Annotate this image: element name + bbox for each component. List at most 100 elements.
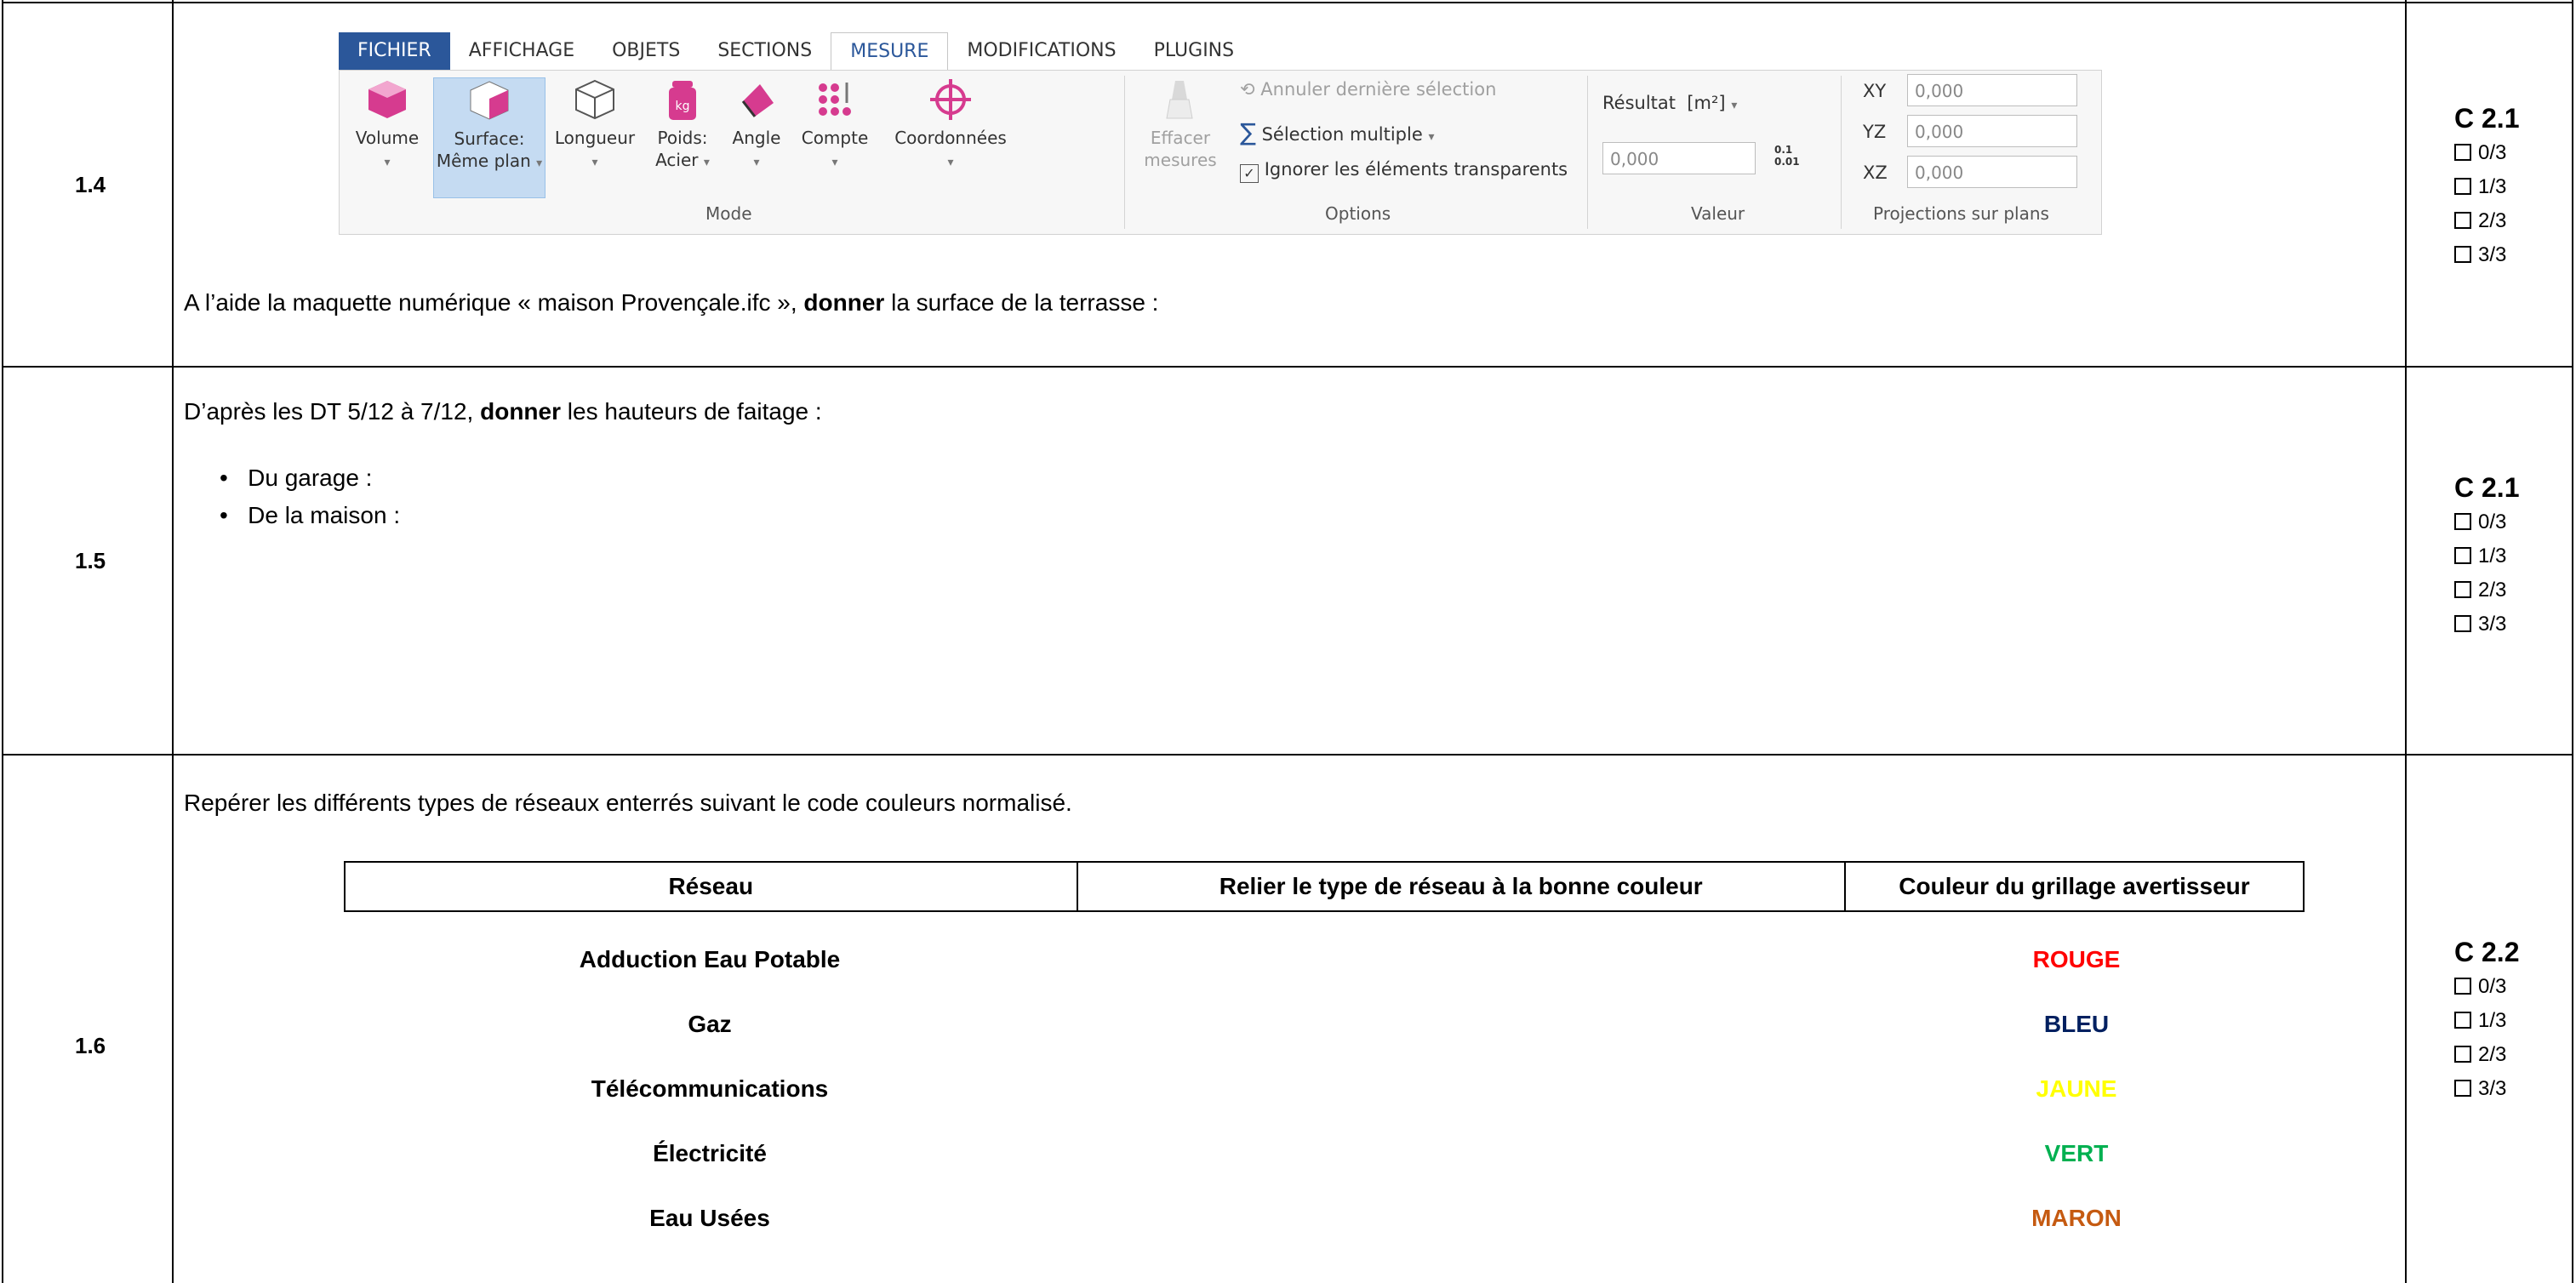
checkbox-icon (2454, 144, 2471, 161)
tab-objets[interactable]: OBJETS (593, 32, 699, 70)
checkbox-icon (2454, 581, 2471, 598)
network-item[interactable]: Électricité (344, 1140, 1076, 1167)
question-number: 1.5 (75, 548, 106, 573)
network-item[interactable]: Eau Usées (344, 1205, 1076, 1232)
tab-mesure[interactable]: MESURE (831, 32, 949, 70)
checkbox-icon (2454, 615, 2471, 632)
question-text: A l’aide la maquette numérique « maison … (184, 289, 1159, 316)
criterion-title: C 2.1 (2454, 472, 2520, 503)
score-option[interactable]: 2/3 (2454, 573, 2519, 607)
checkbox-icon (2454, 547, 2471, 564)
checkbox-icon (2454, 1046, 2471, 1063)
criterion-block: C 2.2 0/3 1/3 2/3 3/3 (2454, 934, 2519, 1106)
question-number: 1.6 (75, 1033, 106, 1058)
projection-field-yz[interactable]: 0,000 (1907, 115, 2077, 147)
score-option[interactable]: 1/3 (2454, 1004, 2519, 1038)
score-option[interactable]: 1/3 (2454, 170, 2519, 204)
projection-label-xz: XZ (1863, 163, 1888, 183)
tab-fichier[interactable]: FICHIER (339, 32, 450, 70)
group-separator (1841, 76, 1842, 229)
undo-icon: ⟲ (1240, 79, 1261, 100)
color-item[interactable]: ROUGE (1847, 946, 2306, 973)
projection-label-xy: XY (1863, 81, 1887, 101)
bullet-icon: • (220, 502, 248, 528)
crosshair-icon (930, 79, 971, 120)
ignorer-transparents-checkbox[interactable]: ✓ Ignorer les éléments transparents (1240, 159, 1568, 183)
color-item[interactable]: BLEU (1847, 1011, 2306, 1038)
volume-icon (368, 81, 406, 118)
criterion-title: C 2.2 (2454, 937, 2520, 967)
network-item[interactable]: Télécommunications (344, 1075, 1076, 1103)
header-reseau: Réseau (668, 873, 754, 899)
checkbox-icon (2454, 178, 2471, 195)
annuler-selection-option[interactable]: ⟲ Annuler dernière sélection (1240, 79, 1496, 100)
network-item[interactable]: Adduction Eau Potable (344, 946, 1076, 973)
color-item[interactable]: JAUNE (1847, 1075, 2306, 1103)
frame-col1-border (172, 0, 174, 1283)
volume-button[interactable]: Volume ▾ (346, 77, 428, 197)
frame-top-border (2, 2, 2573, 3)
network-table-header: Réseau Relier le type de réseau à la bon… (344, 861, 2305, 912)
count-icon (819, 83, 851, 116)
tab-plugins[interactable]: PLUGINS (1135, 32, 1254, 70)
color-item[interactable]: VERT (1847, 1140, 2306, 1167)
ribbon-toolbar: FICHIER AFFICHAGE OBJETS SECTIONS MESURE… (339, 32, 2102, 235)
group-label-projections: Projections sur plans (1873, 203, 2049, 224)
score-option[interactable]: 0/3 (2454, 970, 2519, 1004)
weight-icon: kg (669, 81, 696, 120)
tab-modifications[interactable]: MODIFICATIONS (948, 32, 1134, 70)
projection-field-xz[interactable]: 0,000 (1907, 156, 2077, 188)
angle-button[interactable]: Angle ▾ (724, 77, 789, 197)
checkbox-icon (2454, 1080, 2471, 1097)
score-option[interactable]: 1/3 (2454, 539, 2519, 573)
bullet-item: • Du garage : (220, 465, 373, 491)
checkbox-icon (2454, 978, 2471, 995)
criterion-block: C 2.1 0/3 1/3 2/3 3/3 (2454, 100, 2519, 272)
coordonnees-button[interactable]: Coordonnées ▾ (882, 77, 1019, 197)
network-item[interactable]: Gaz (344, 1011, 1076, 1038)
question-text: Repérer les différents types de réseaux … (184, 790, 1072, 816)
compte-button[interactable]: Compte ▾ (792, 77, 877, 197)
eraser-icon (1166, 81, 1193, 119)
poids-button[interactable]: kg Poids: Acier ▾ (646, 77, 719, 197)
score-option[interactable]: 2/3 (2454, 1038, 2519, 1072)
criterion-block: C 2.1 0/3 1/3 2/3 3/3 (2454, 470, 2519, 642)
question-text: D’après les DT 5/12 à 7/12, donner les h… (184, 398, 822, 425)
group-separator (1587, 76, 1588, 229)
surface-icon (470, 81, 509, 120)
header-relier: Relier le type de réseau à la bonne coul… (1076, 863, 1844, 910)
projection-label-yz: YZ (1863, 122, 1887, 142)
frame-right-border (2572, 0, 2573, 1283)
checkbox-icon (2454, 246, 2471, 263)
resultat-label[interactable]: Résultat [m²] ▾ (1602, 93, 1737, 113)
criterion-title: C 2.1 (2454, 103, 2520, 134)
selection-multiple-option[interactable]: ∑ Sélection multiple ▾ (1240, 118, 1435, 146)
score-option[interactable]: 2/3 (2454, 204, 2519, 238)
score-option[interactable]: 3/3 (2454, 607, 2519, 642)
score-option[interactable]: 0/3 (2454, 136, 2519, 170)
score-option[interactable]: 3/3 (2454, 1072, 2519, 1106)
question-number: 1.4 (75, 172, 106, 197)
group-separator (1124, 76, 1125, 229)
tab-affichage[interactable]: AFFICHAGE (450, 32, 593, 70)
ribbon-body: Volume ▾ Surface: Même plan ▾ Longueur ▾ kg… (339, 70, 2102, 235)
score-option[interactable]: 0/3 (2454, 505, 2519, 539)
precision-selector[interactable]: 0.1 0.01 (1774, 144, 1800, 168)
score-option[interactable]: 3/3 (2454, 238, 2519, 272)
group-label-options: Options (1325, 203, 1391, 224)
longueur-icon (575, 79, 614, 120)
angle-icon (741, 84, 774, 117)
svg-text:kg: kg (676, 100, 690, 113)
effacer-mesures-button[interactable]: Effacer mesures (1138, 77, 1223, 197)
bullet-icon: • (220, 465, 248, 491)
checked-box-icon: ✓ (1240, 164, 1259, 183)
tab-sections[interactable]: SECTIONS (699, 32, 831, 70)
checkbox-icon (2454, 212, 2471, 229)
valeur-field[interactable]: 0,000 (1602, 142, 1756, 174)
checkbox-icon (2454, 513, 2471, 530)
projection-field-xy[interactable]: 0,000 (1907, 74, 2077, 106)
longueur-button[interactable]: Longueur ▾ (551, 77, 639, 197)
color-item[interactable]: MARON (1847, 1205, 2306, 1232)
sigma-icon: ∑ (1240, 118, 1256, 146)
surface-button[interactable]: Surface: Même plan ▾ (433, 77, 545, 198)
